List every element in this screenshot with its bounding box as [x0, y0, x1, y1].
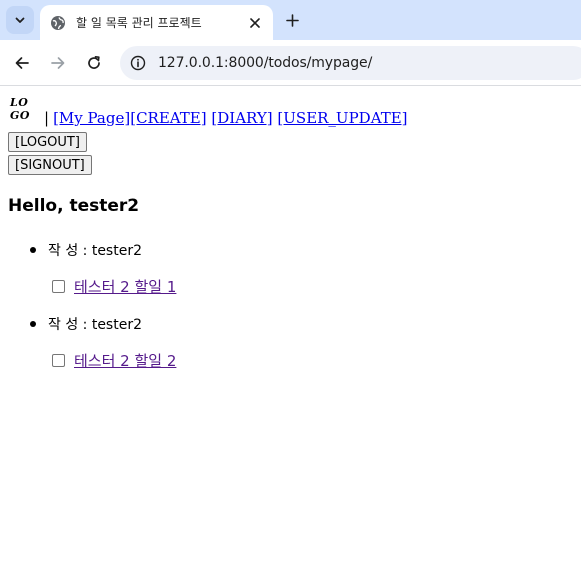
arrow-left-icon	[15, 57, 29, 69]
nav-mypage-link[interactable]: [My Page]	[53, 109, 130, 127]
bullet-icon	[30, 247, 36, 253]
browser-tab[interactable]: 할 일 목록 관리 프로젝트	[40, 5, 273, 40]
new-tab-button[interactable]	[282, 10, 302, 30]
tab-search-button[interactable]	[6, 6, 34, 34]
logo: LO GO	[10, 96, 30, 122]
nav-diary-link[interactable]: [DIARY]	[211, 109, 272, 127]
tab-title: 할 일 목록 관리 프로젝트	[76, 16, 202, 30]
todo-checkbox[interactable]	[52, 280, 65, 293]
close-icon[interactable]	[245, 13, 265, 33]
back-button[interactable]	[10, 51, 34, 75]
author-text: 작 성 : tester2	[48, 243, 142, 259]
browser-tab-bar: 할 일 목록 관리 프로젝트	[0, 0, 581, 40]
url-text: 127.0.0.1:8000/todos/mypage/	[158, 55, 373, 71]
browser-toolbar: 127.0.0.1:8000/todos/mypage/	[0, 40, 581, 86]
plus-icon	[285, 13, 299, 27]
todo-link[interactable]: 테스터 2 할일 1	[74, 276, 176, 297]
todo-checkbox[interactable]	[52, 354, 65, 367]
chevron-down-icon	[15, 17, 25, 23]
globe-icon	[50, 15, 66, 31]
reload-icon	[88, 55, 100, 69]
logout-button[interactable]: [LOGOUT]	[8, 132, 87, 152]
author-text: 작 성 : tester2	[48, 317, 142, 333]
todo-row: 테스터 2 할일 2	[52, 350, 176, 371]
nav-separator: |	[44, 109, 50, 127]
signout-button[interactable]: [SIGNOUT]	[8, 155, 92, 175]
nav-create-link[interactable]: [CREATE]	[130, 109, 206, 127]
site-info-icon[interactable]	[128, 53, 148, 73]
bullet-icon	[30, 321, 36, 327]
todo-row: 테스터 2 할일 1	[52, 276, 176, 297]
top-nav: | [My Page][CREATE] [DIARY] [USER_UPDATE]	[44, 109, 408, 131]
reload-button[interactable]	[82, 51, 106, 75]
page-content: LO GO | [My Page][CREATE] [DIARY] [USER_UP…	[0, 87, 581, 568]
arrow-right-icon	[51, 57, 65, 69]
nav-user-update-link[interactable]: [USER_UPDATE]	[277, 109, 407, 127]
address-bar[interactable]: 127.0.0.1:8000/todos/mypage/	[120, 46, 581, 80]
page-title: Hello, tester2	[8, 196, 140, 216]
list-item: 작 성 : tester2	[30, 314, 142, 334]
todo-link[interactable]: 테스터 2 할일 2	[74, 350, 176, 371]
forward-button[interactable]	[46, 51, 70, 75]
list-item: 작 성 : tester2	[30, 240, 142, 260]
